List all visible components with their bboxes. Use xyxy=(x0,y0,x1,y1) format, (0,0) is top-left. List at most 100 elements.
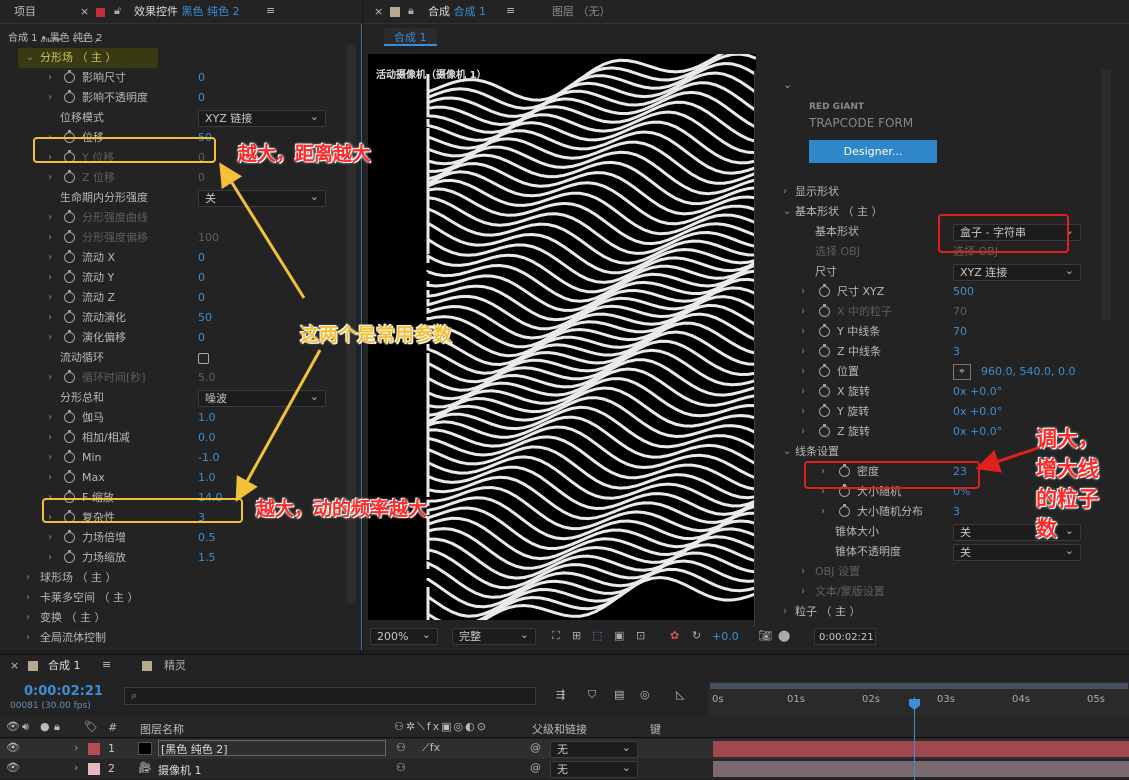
twirl-icon[interactable]: › xyxy=(801,562,805,582)
twirl-icon[interactable]: › xyxy=(48,268,52,288)
fx-switch-icon[interactable]: ⟋fx xyxy=(422,741,440,755)
form-value[interactable]: 3 xyxy=(953,342,960,362)
twirl-icon[interactable]: › xyxy=(783,602,787,622)
menu-icon[interactable]: ≡ xyxy=(266,4,275,17)
twirl-icon[interactable]: › xyxy=(48,468,52,488)
twirl-icon[interactable]: › xyxy=(801,362,805,382)
stopwatch-icon[interactable] xyxy=(64,450,75,463)
stopwatch-icon[interactable] xyxy=(64,290,75,303)
mask-icon[interactable]: ⬚ xyxy=(592,629,602,642)
menu-icon[interactable]: ≡ xyxy=(102,658,111,671)
layer-label-color[interactable] xyxy=(88,743,100,755)
parent-select[interactable]: 无 xyxy=(550,760,638,778)
tab-effect-controls[interactable]: 效果控件 黑色 纯色 2 xyxy=(134,0,240,24)
form-value[interactable]: 3 xyxy=(953,502,960,522)
fx-value[interactable]: 50 xyxy=(198,308,212,328)
lock-icon[interactable]: 🔓︎ xyxy=(114,4,121,18)
twirl-icon[interactable]: › xyxy=(48,208,52,228)
twirl-icon[interactable]: › xyxy=(48,308,52,328)
fx-value[interactable]: 0.0 xyxy=(198,428,216,448)
color-icon[interactable]: ✿ xyxy=(670,629,679,642)
region-icon[interactable]: ▣ xyxy=(614,629,624,642)
fx-row[interactable]: 位移模式 XYZ 链接 xyxy=(0,108,345,128)
form-row[interactable]: › Y 旋转 0x +0.0° xyxy=(755,402,1105,422)
stopwatch-icon[interactable] xyxy=(819,284,830,297)
viewer-timecode[interactable]: 0:00:02:21 xyxy=(814,628,876,645)
search-input[interactable]: ⌕ xyxy=(124,687,536,705)
stopwatch-icon[interactable] xyxy=(64,470,75,483)
fx-row[interactable]: › 流动演化 50 xyxy=(0,308,345,328)
stopwatch-icon[interactable] xyxy=(819,424,830,437)
close-icon[interactable]: × xyxy=(10,659,19,672)
fx-row[interactable]: › 变换 （ 主 ） xyxy=(0,608,345,628)
layer-twirl-icon[interactable]: › xyxy=(74,741,78,754)
stopwatch-icon[interactable] xyxy=(64,550,75,563)
twirl-icon[interactable]: › xyxy=(801,582,805,602)
stopwatch-icon[interactable] xyxy=(819,364,830,377)
fx-row[interactable]: › 流动 X 0 xyxy=(0,248,345,268)
motion-blur-icon[interactable]: ◎ xyxy=(640,688,650,701)
designer-button[interactable]: Designer... xyxy=(809,140,937,163)
shy-icon[interactable]: ⛉ xyxy=(588,688,596,702)
tab-project[interactable]: 项目 xyxy=(14,0,36,24)
fx-value[interactable]: 0 xyxy=(198,268,205,288)
form-row[interactable]: › Y 中线条 70 xyxy=(755,322,1105,342)
fx-row[interactable]: › 力场倍增 0.5 xyxy=(0,528,345,548)
show-snapshot-icon[interactable]: ⬤ xyxy=(778,629,790,642)
twirl-icon[interactable]: › xyxy=(48,328,52,348)
fx-row[interactable]: › 影响不透明度 0 xyxy=(0,88,345,108)
fx-row[interactable]: › 球形场 （ 主 ） xyxy=(0,568,345,588)
fx-row[interactable]: › 流动 Y 0 xyxy=(0,268,345,288)
layer-name[interactable]: 摄像机 1 xyxy=(158,762,202,778)
twirl-icon[interactable]: › xyxy=(801,302,805,322)
grid-icon[interactable]: ⊞ xyxy=(572,629,581,642)
twirl-icon[interactable]: › xyxy=(48,68,52,88)
form-row[interactable]: › 尺寸 XYZ 500 xyxy=(755,282,1105,302)
fx-row[interactable]: 分形总和 噪波 xyxy=(0,388,345,408)
fx-row[interactable]: › 卡莱多空间 （ 主 ） xyxy=(0,588,345,608)
layer-row[interactable]: 👁︎ › 2 🎥︎ 摄像机 1 ⚇ @ 无 xyxy=(0,759,1129,779)
fx-dropdown[interactable]: XYZ 链接 xyxy=(198,109,326,127)
fx-value[interactable]: 1.0 xyxy=(198,408,216,428)
fx-row[interactable]: ⌄ 分形场 （ 主 ） xyxy=(18,48,158,68)
fx-row[interactable]: 流动循环 xyxy=(0,348,345,368)
quality-select[interactable]: 完整 xyxy=(452,627,536,645)
stopwatch-icon[interactable] xyxy=(64,170,75,183)
tab-layer[interactable]: 图层 （无） xyxy=(552,0,611,24)
twirl-icon[interactable]: › xyxy=(821,502,825,522)
form-dropdown[interactable]: XYZ 连接 xyxy=(953,263,1081,281)
twirl-icon[interactable]: › xyxy=(801,402,805,422)
tab-composition[interactable]: 合成 合成 1 xyxy=(428,0,486,24)
work-area-bar[interactable] xyxy=(710,683,1128,689)
fx-dropdown[interactable]: 噪波 xyxy=(198,389,326,407)
close-icon[interactable]: × xyxy=(80,5,89,18)
snapshot-icon[interactable]: ⛶ xyxy=(552,629,560,643)
tab-render[interactable]: 精灵 xyxy=(164,655,186,677)
fx-row[interactable]: 生命期内分形强度 关 xyxy=(0,188,345,208)
fx-value[interactable]: 100 xyxy=(198,228,219,248)
stopwatch-icon[interactable] xyxy=(819,344,830,357)
transparency-icon[interactable]: ⊡ xyxy=(636,629,645,642)
fx-row[interactable]: › 演化偏移 0 xyxy=(0,328,345,348)
eye-icon[interactable]: 👁︎ xyxy=(6,761,20,774)
twirl-icon[interactable]: › xyxy=(26,568,30,588)
fx-row[interactable]: › 力场缩放 1.5 xyxy=(0,548,345,568)
stopwatch-icon[interactable] xyxy=(64,330,75,343)
twirl-icon[interactable]: › xyxy=(26,588,30,608)
twirl-icon[interactable]: › xyxy=(26,608,30,628)
twirl-icon[interactable]: › xyxy=(48,288,52,308)
fx-value[interactable]: 0 xyxy=(198,88,205,108)
stopwatch-icon[interactable] xyxy=(64,310,75,323)
fx-row[interactable]: › 影响尺寸 0 xyxy=(0,68,345,88)
parent-select[interactable]: 无 xyxy=(550,740,638,758)
fx-value[interactable]: 5.0 xyxy=(198,368,216,388)
eye-icon[interactable]: 👁︎ xyxy=(6,741,20,754)
twirl-icon[interactable]: › xyxy=(48,88,52,108)
twirl-icon[interactable]: › xyxy=(48,168,52,188)
twirl-icon[interactable]: › xyxy=(48,248,52,268)
stopwatch-icon[interactable] xyxy=(819,384,830,397)
comp-flowchart-icon[interactable]: ⇶ xyxy=(556,688,565,701)
fx-row[interactable]: › 相加/相减 0.0 xyxy=(0,428,345,448)
stopwatch-icon[interactable] xyxy=(819,304,830,317)
form-value[interactable]: 70 xyxy=(953,302,967,322)
